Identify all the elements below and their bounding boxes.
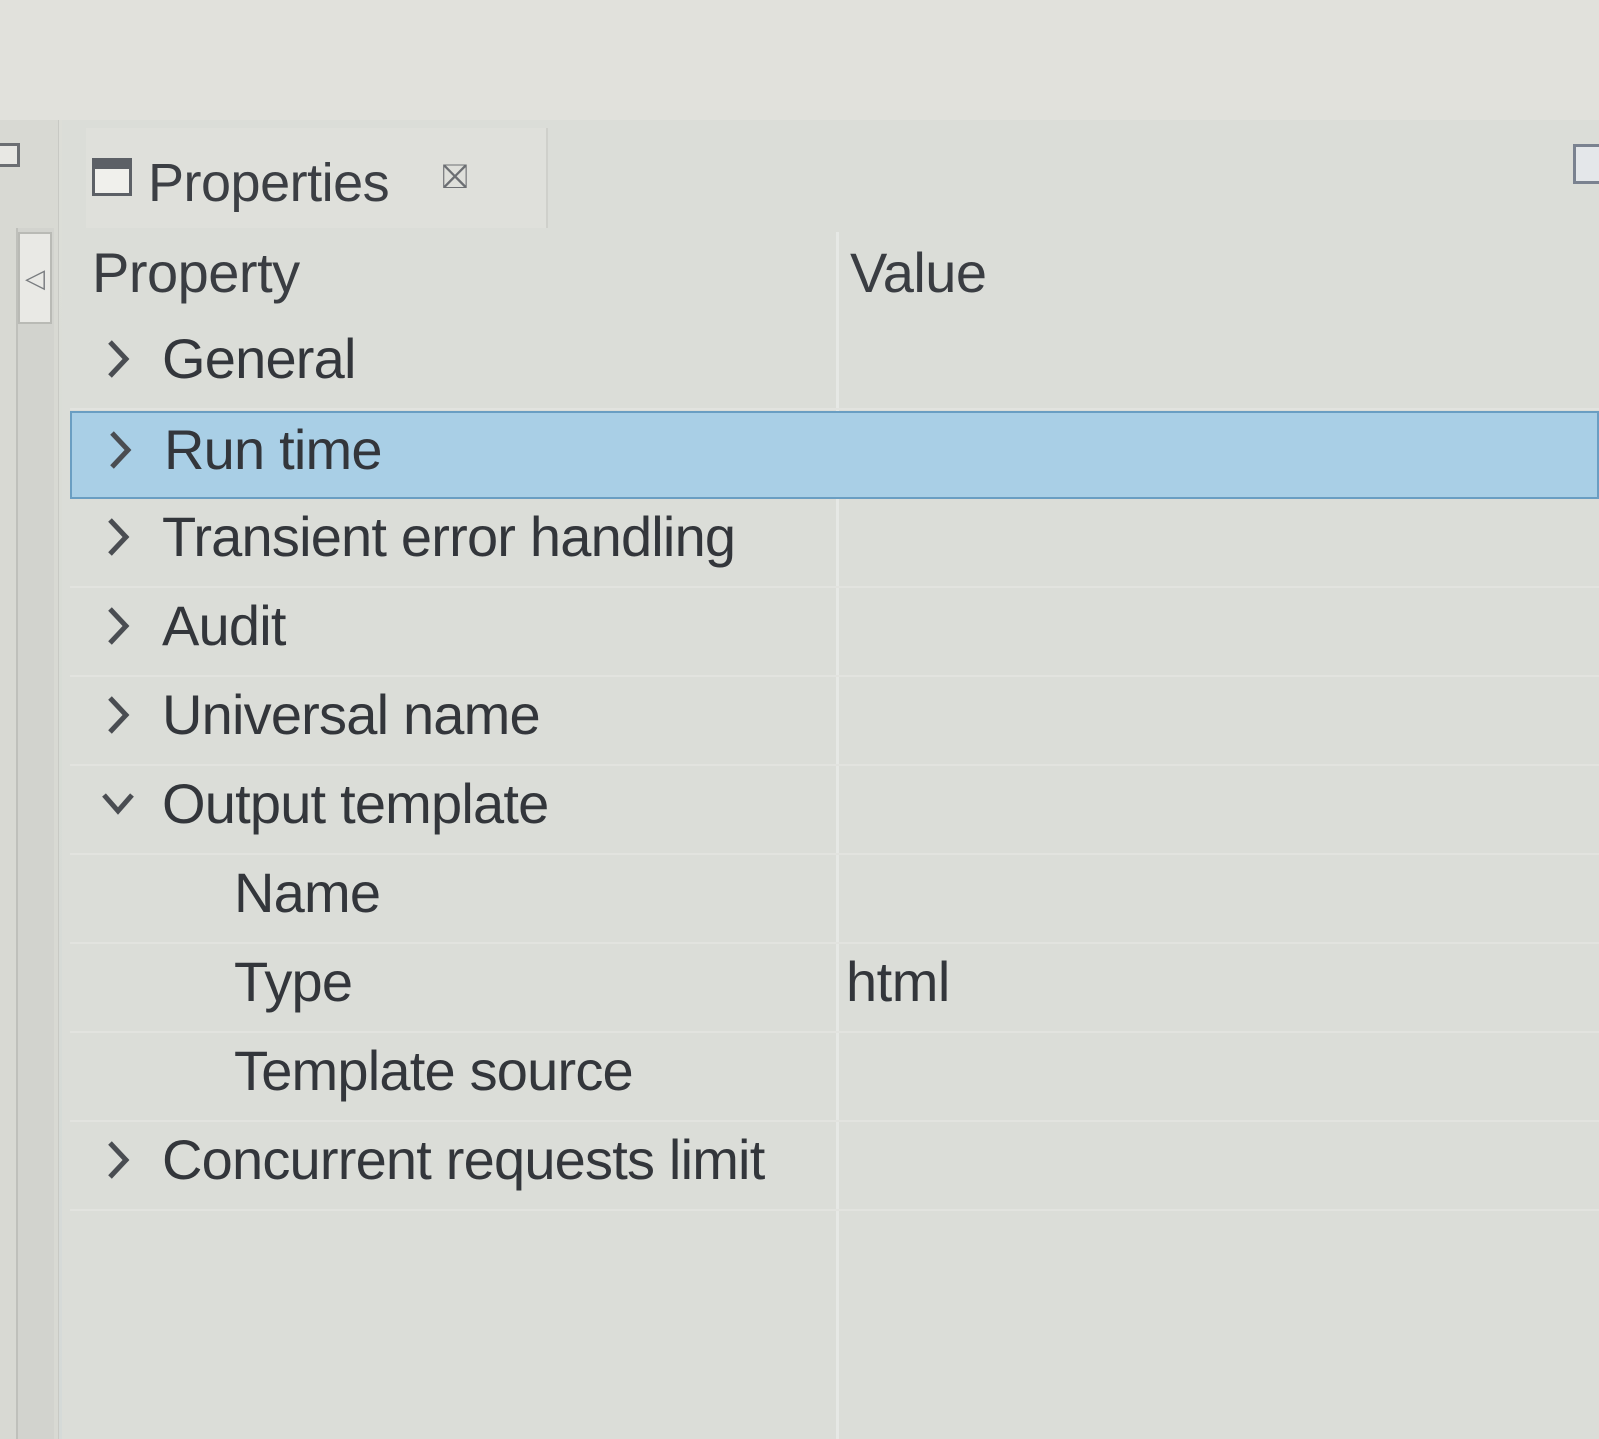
property-name: Audit: [162, 594, 286, 657]
properties-table: Property Value General Run time Transient …: [70, 232, 1599, 1439]
table-row[interactable]: Name: [70, 856, 1599, 944]
table-row[interactable]: Audit: [70, 589, 1599, 677]
table-row[interactable]: Template source: [70, 1034, 1599, 1122]
tab-title: Properties: [148, 153, 390, 213]
property-name: Universal name: [162, 683, 541, 746]
vertical-scrollbar[interactable]: [16, 228, 54, 1439]
properties-view-icon: [92, 158, 132, 196]
chevron-down-icon[interactable]: [98, 779, 138, 829]
column-header-value[interactable]: Value: [850, 240, 987, 305]
chevron-right-icon[interactable]: [98, 1135, 138, 1185]
properties-view: Properties ⛝ Property Value General Run t…: [62, 120, 1599, 1439]
adjacent-view-icon[interactable]: [0, 143, 20, 167]
table-row[interactable]: Run time: [70, 411, 1599, 499]
scroll-left-icon[interactable]: ◁: [18, 232, 52, 324]
property-value[interactable]: html: [846, 949, 950, 1014]
chevron-right-icon[interactable]: [98, 512, 138, 562]
property-name: Type: [234, 950, 353, 1013]
column-header-property[interactable]: Property: [92, 240, 300, 305]
table-row[interactable]: Type html: [70, 945, 1599, 1033]
property-name: Name: [234, 861, 381, 924]
property-name: Output template: [162, 772, 549, 835]
screen: ◁ Properties ⛝ Property Value General Run…: [0, 0, 1599, 1439]
chevron-right-icon[interactable]: [100, 425, 140, 475]
close-icon[interactable]: ⛝: [442, 158, 468, 197]
table-row[interactable]: Transient error handling: [70, 500, 1599, 588]
tab-properties[interactable]: Properties ⛝: [86, 128, 548, 228]
property-name: Concurrent requests limit: [162, 1128, 765, 1191]
table-header: Property Value: [70, 232, 1599, 320]
workbench-top-area: [0, 0, 1599, 120]
maximize-icon[interactable]: [1573, 144, 1599, 184]
chevron-right-icon[interactable]: [98, 334, 138, 384]
property-name: Transient error handling: [162, 505, 736, 568]
chevron-right-icon[interactable]: [98, 690, 138, 740]
property-name: General: [162, 327, 356, 390]
table-row[interactable]: Output template: [70, 767, 1599, 855]
table-row[interactable]: Universal name: [70, 678, 1599, 766]
table-row[interactable]: Concurrent requests limit: [70, 1123, 1599, 1211]
property-name: Template source: [234, 1039, 634, 1102]
property-name: Run time: [164, 418, 382, 481]
table-row[interactable]: General: [70, 322, 1599, 410]
chevron-right-icon[interactable]: [98, 601, 138, 651]
